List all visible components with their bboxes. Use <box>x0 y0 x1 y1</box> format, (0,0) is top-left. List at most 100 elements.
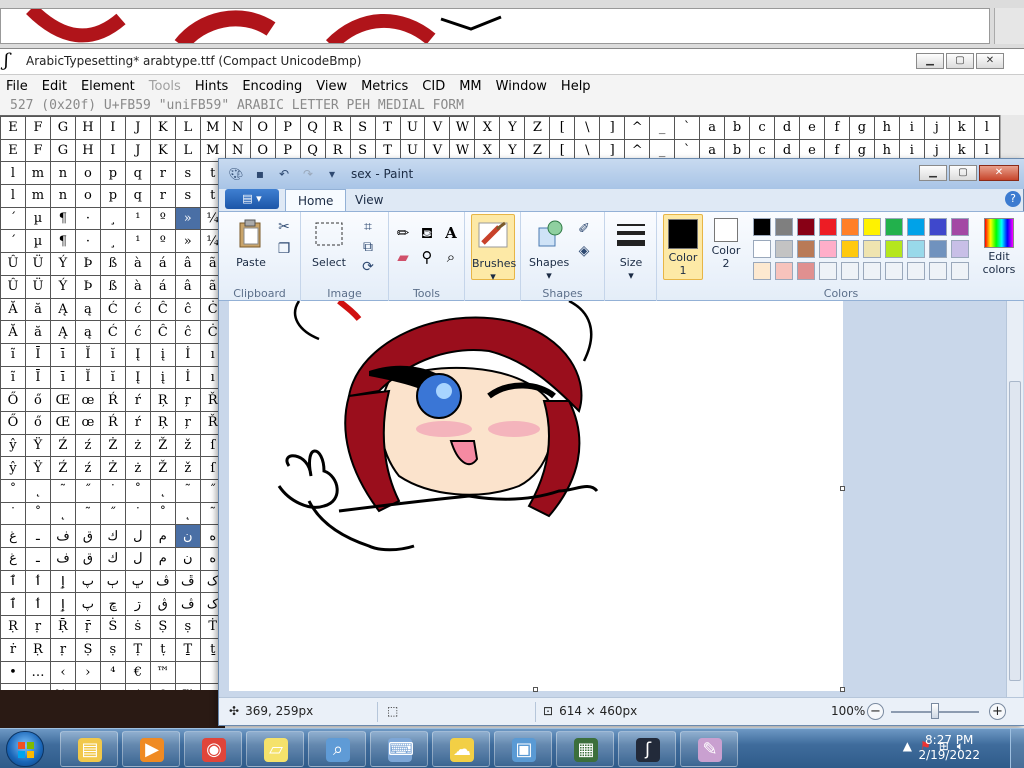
glyph-cell[interactable]: P <box>274 116 301 140</box>
palette-swatch[interactable] <box>797 262 815 280</box>
palette-swatch[interactable] <box>951 262 969 280</box>
glyph-cell[interactable]: ` <box>674 116 701 140</box>
glyph-cell[interactable]: ĭ <box>99 342 126 367</box>
glyph-cell[interactable]: ™ <box>149 660 176 685</box>
glyph-cell[interactable]: g <box>848 116 875 140</box>
glyph-cell[interactable]: ك <box>99 524 126 549</box>
glyph-cell[interactable]: Ü <box>24 252 51 276</box>
glyph-cell[interactable]: ´ <box>0 229 26 254</box>
glyph-cell[interactable]: Y <box>499 116 526 140</box>
glyph-cell[interactable]: ڨ <box>149 592 176 617</box>
eraser-icon[interactable]: ▰ <box>393 246 413 266</box>
cut-icon[interactable]: ✂ <box>275 218 293 236</box>
palette-swatch[interactable] <box>929 262 947 280</box>
glyph-cell[interactable]: œ <box>74 410 101 435</box>
glyph-cell[interactable]: E <box>0 116 26 140</box>
canvas-resize-handle-right[interactable] <box>840 486 845 491</box>
glyph-cell[interactable]: ٲ <box>24 569 51 594</box>
glyph-cell[interactable]: ٻ <box>99 569 126 594</box>
glyph-cell[interactable]: O <box>249 116 276 140</box>
glyph-cell[interactable]: K <box>149 116 176 140</box>
glyph-cell[interactable]: l <box>0 184 26 208</box>
color1-button[interactable]: Color 1 <box>663 214 703 280</box>
glyph-cell[interactable]: Ż <box>99 456 126 480</box>
glyph-cell[interactable]: ˛ <box>24 479 51 503</box>
glyph-cell[interactable]: ṙ <box>0 637 26 662</box>
paint-close-button[interactable]: ✕ <box>979 165 1019 181</box>
glyph-cell[interactable]: غ <box>0 524 26 549</box>
tab-view[interactable]: View <box>343 189 395 211</box>
taskbar-chrome-button[interactable]: ◉ <box>184 731 242 767</box>
glyph-cell[interactable]: ˚ <box>124 479 151 503</box>
glyph-cell[interactable]: Ć <box>99 320 126 344</box>
start-button[interactable] <box>6 731 44 767</box>
glyph-cell[interactable]: à <box>124 252 151 276</box>
glyph-cell[interactable]: ´ <box>0 206 26 231</box>
glyph-cell[interactable]: ˛ <box>149 479 176 503</box>
glyph-cell[interactable]: n <box>49 184 76 208</box>
glyph-cell[interactable]: € <box>124 660 151 685</box>
glyph-cell[interactable]: f <box>823 116 850 140</box>
magnifier-icon[interactable]: ⌕ <box>441 246 461 266</box>
palette-swatch[interactable] <box>819 262 837 280</box>
glyph-cell[interactable]: ă <box>24 297 51 322</box>
copy-icon[interactable]: ❐ <box>275 240 293 258</box>
palette-swatch[interactable] <box>841 262 859 280</box>
close-button[interactable]: ✕ <box>976 53 1004 69</box>
menu-hints[interactable]: Hints <box>195 79 229 94</box>
glyph-cell[interactable]: ˙ <box>99 479 126 503</box>
glyph-cell[interactable]: İ <box>174 365 201 390</box>
palette-swatch[interactable] <box>775 218 793 236</box>
glyph-cell[interactable]: á <box>149 252 176 276</box>
glyph-cell[interactable]: · <box>74 206 101 231</box>
palette-swatch[interactable] <box>819 240 837 258</box>
glyph-cell[interactable]: i <box>898 116 925 140</box>
glyph-cell[interactable]: ‹ <box>49 660 76 685</box>
taskbar-paint-button[interactable]: ✎ <box>680 731 738 767</box>
glyph-cell[interactable]: j <box>923 116 950 140</box>
palette-swatch[interactable] <box>907 218 925 236</box>
glyph-cell[interactable]: Ÿ <box>24 433 51 458</box>
glyph-cell[interactable]: c <box>749 116 775 140</box>
glyph-cell[interactable]: J <box>124 116 151 140</box>
glyph-cell[interactable]: ī <box>49 365 76 390</box>
glyph-cell[interactable]: F <box>24 138 51 163</box>
glyph-cell[interactable]: ő <box>24 388 51 412</box>
drawing-canvas[interactable] <box>229 298 845 692</box>
glyph-cell[interactable]: Œ <box>49 388 76 412</box>
palette-swatch[interactable] <box>797 218 815 236</box>
glyph-cell[interactable]: م <box>149 524 176 549</box>
glyph-cell[interactable]: Ă <box>0 320 26 344</box>
glyph-cell[interactable]: ڗ <box>124 592 151 617</box>
glyph-cell[interactable]: ٱ <box>0 592 26 617</box>
menu-cid[interactable]: CID <box>422 79 445 94</box>
glyph-cell[interactable]: ف <box>49 524 76 549</box>
brushes-button[interactable]: Brushes ▾ <box>471 214 516 283</box>
glyph-cell[interactable]: ő <box>24 410 51 435</box>
glyph-cell[interactable]: \ <box>574 116 601 140</box>
glyph-cell[interactable]: پ <box>74 569 101 594</box>
glyph-cell[interactable] <box>174 660 201 685</box>
glyph-cell[interactable]: ـ <box>24 524 51 549</box>
clock[interactable]: 8:27 PM 2/19/2022 <box>918 733 980 763</box>
palette-swatch[interactable] <box>775 262 793 280</box>
redo-icon[interactable]: ↷ <box>299 165 317 183</box>
glyph-cell[interactable]: r <box>149 161 176 186</box>
zoom-out-button[interactable]: − <box>867 703 884 720</box>
glyph-cell[interactable]: Ī <box>24 342 51 367</box>
glyph-cell[interactable]: ڤ <box>174 592 201 617</box>
glyph-cell[interactable]: µ <box>24 206 51 231</box>
glyph-cell[interactable]: Ž <box>149 456 176 480</box>
glyph-cell[interactable]: Q <box>299 116 326 140</box>
help-icon[interactable]: ? <box>1005 191 1021 207</box>
glyph-cell[interactable]: E <box>0 138 26 163</box>
glyph-cell[interactable]: â <box>174 252 201 276</box>
taskbar-messenger-button[interactable]: ☁ <box>432 731 490 767</box>
glyph-cell[interactable]: ṛ <box>24 615 51 639</box>
glyph-cell[interactable]: Ĭ <box>74 365 101 390</box>
glyph-cell[interactable]: ß <box>99 274 126 299</box>
glyph-cell[interactable]: ą <box>74 297 101 322</box>
edit-colors-button[interactable]: Edit colors <box>979 218 1019 276</box>
glyph-cell[interactable]: ŕ <box>124 388 151 412</box>
glyph-cell[interactable]: Œ <box>49 410 76 435</box>
